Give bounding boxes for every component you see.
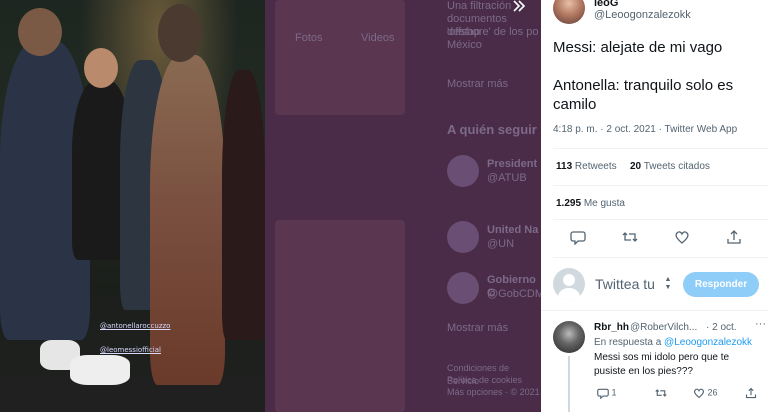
retweets-stat[interactable]: 113 Retweets (556, 161, 617, 172)
divider (553, 219, 768, 220)
tweet-detail-panel: leoG @Leoogonzalezokk Messi: alejate de … (541, 0, 768, 412)
author-display-name[interactable]: leoG (594, 0, 618, 9)
likes-stat[interactable]: 1.295 Me gusta (556, 198, 625, 209)
thread-line (568, 356, 570, 412)
background-tab: Fotos (295, 32, 323, 44)
background-suggestion-name: President (487, 158, 538, 170)
tweet-timestamp[interactable]: 4:18 p. m. · 2 oct. 2021 · Twitter Web A… (553, 124, 737, 135)
divider (553, 148, 768, 149)
background-text: México (447, 39, 482, 51)
background-more-link: Mostrar más (447, 78, 509, 90)
share-icon[interactable] (726, 229, 744, 247)
retweets-count: 113 (556, 161, 573, 172)
background-media (275, 220, 405, 412)
background-more-link: Mostrar más (447, 322, 509, 334)
comment-like-count: 26 (707, 387, 718, 398)
tweet-text-line: Messi: alejate de mi vago (553, 39, 723, 56)
background-media (275, 0, 405, 115)
background-suggestion-handle: @GobCDMX (487, 288, 541, 300)
tweet-text-line: Antonella: tranquilo solo es camilo (553, 77, 734, 113)
background-suggestion-handle: @UN (487, 238, 515, 250)
heart-icon (694, 388, 704, 399)
background-text: Una filtración (447, 0, 512, 12)
commenter-name[interactable]: Rbr_hh (594, 322, 629, 333)
commenter-handle[interactable]: @RoberVilch... (630, 322, 697, 333)
photo-mention-tag: @antonellaroccuzzo (100, 322, 171, 330)
background-avatar (447, 221, 479, 253)
likes-label: Me gusta (583, 198, 625, 209)
divider (553, 185, 768, 186)
share-icon (745, 387, 757, 399)
quote-tweets-count: 20 (630, 161, 642, 172)
background-tab: Videos (361, 32, 395, 44)
photo-figure (18, 8, 62, 56)
quote-tweets-label: Tweets citados (643, 161, 710, 172)
retweets-label: Retweets (574, 161, 617, 172)
photo-figure (222, 70, 265, 340)
chevron-double-right-icon (513, 0, 526, 12)
author-handle[interactable]: @Leoogonzalezokk (594, 9, 691, 21)
reply-compose-input[interactable]: Twittea tu (595, 276, 655, 292)
comment-share-action[interactable] (745, 387, 757, 399)
comment-retweet-action[interactable] (655, 387, 667, 399)
reply-icon[interactable] (570, 229, 588, 247)
commenter-avatar[interactable] (553, 321, 585, 353)
in-reply-to-link[interactable]: @Leoogonzalezokk (664, 337, 752, 348)
photo-figure (158, 4, 202, 62)
background-suggestion-handle: @ATUB (487, 172, 527, 184)
comment-text: Messi sos mi idolo pero que te pusiste e… (594, 352, 730, 377)
media-viewer: @antonellaroccuzzo @leomessiofficial Una… (0, 0, 541, 412)
photo-figure (84, 48, 118, 88)
more-options-icon[interactable]: ··· (755, 318, 766, 330)
comment-reply-action[interactable]: 1 (597, 387, 617, 400)
heart-icon[interactable] (674, 229, 692, 247)
compose-scroll-stepper[interactable]: ▲ ▼ (663, 276, 673, 292)
in-reply-to: En respuesta a @Leoogonzalezokk (594, 337, 752, 348)
divider (553, 257, 768, 258)
expand-icon[interactable] (512, 0, 532, 16)
photo-mention-tag: @leomessiofficial (100, 346, 161, 354)
comment-reply-count: 1 (611, 387, 617, 398)
background-avatar (447, 155, 479, 187)
divider (541, 310, 768, 311)
author-avatar[interactable] (553, 0, 585, 24)
comment-date[interactable]: · 2 oct. (706, 322, 737, 333)
retweet-icon[interactable] (622, 229, 640, 247)
reply-icon (597, 388, 609, 400)
background-avatar (447, 272, 479, 304)
photo-figure (150, 55, 225, 385)
background-footer: Más opciones · © 2021 (447, 387, 540, 397)
in-reply-to-prefix: En respuesta a (594, 337, 662, 348)
current-user-avatar (553, 268, 585, 300)
background-suggestion-name: United Na (487, 224, 539, 236)
tweet-photo[interactable]: @antonellaroccuzzo @leomessiofficial (0, 0, 265, 412)
reply-button[interactable]: Responder (683, 272, 759, 297)
photo-figure (70, 355, 130, 385)
background-text: 'offshore' de los po (447, 26, 539, 38)
background-heading: A quién seguir (447, 122, 537, 137)
comment-like-action[interactable]: 26 (693, 387, 718, 399)
quote-tweets-stat[interactable]: 20 Tweets citados (630, 161, 710, 172)
likes-count: 1.295 (556, 198, 582, 209)
dimmed-background-page: Una filtración documentos destap 'offsho… (265, 0, 541, 412)
retweet-icon (655, 389, 667, 397)
